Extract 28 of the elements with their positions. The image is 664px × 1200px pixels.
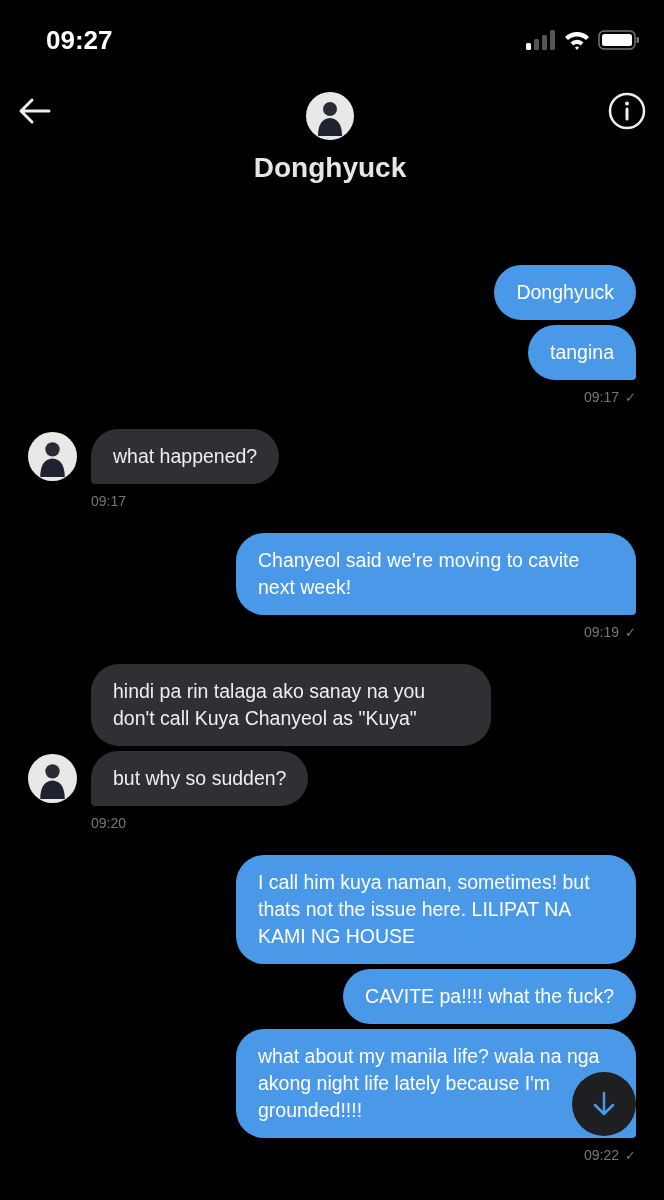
avatar[interactable]	[306, 92, 354, 140]
message-time: 09:19	[584, 624, 620, 640]
message-bubble: what about my manila life? wala na nga akong night life lately because I'm grounded!!!!	[236, 1029, 636, 1138]
wifi-icon	[564, 30, 590, 50]
contact-name: Donghyuck	[253, 152, 407, 184]
sent-check: ✓	[625, 389, 636, 405]
message-bubble: I call him kuya naman, sometimes! but thats not the issue here. LILIPAT NA KAMI NG HOUSE	[236, 855, 636, 964]
avatar[interactable]	[28, 432, 77, 481]
message-bubble: Chanyeol said we're moving to cavite next week!	[236, 533, 636, 615]
message-bubble: what happened?	[91, 429, 280, 484]
message-bubble: but why so sudden?	[91, 751, 309, 806]
message-time: 09:17	[584, 389, 620, 405]
arrow-down-icon	[592, 1091, 616, 1117]
sent-check: ✓	[625, 624, 636, 640]
status-time: 09:27	[46, 24, 113, 56]
message-bubble: tangina	[528, 325, 636, 380]
battery-icon	[598, 30, 640, 50]
avatar[interactable]	[28, 754, 77, 803]
sent-check: ✓	[625, 1147, 636, 1163]
message-time: 09:20	[91, 815, 127, 831]
back-button[interactable]	[18, 97, 52, 125]
message-bubble: CAVITE pa!!!! what the fuck?	[343, 969, 636, 1024]
message-bubble: Donghyuck	[494, 265, 636, 320]
info-button[interactable]	[608, 92, 646, 130]
signal-icon	[526, 30, 556, 50]
message-time: 09:17	[91, 493, 127, 509]
message-time: 09:22	[584, 1147, 620, 1163]
message-bubble: hindi pa rin talaga ako sanay na you don't call Kuya Chanyeol as "Kuya"	[91, 664, 491, 746]
